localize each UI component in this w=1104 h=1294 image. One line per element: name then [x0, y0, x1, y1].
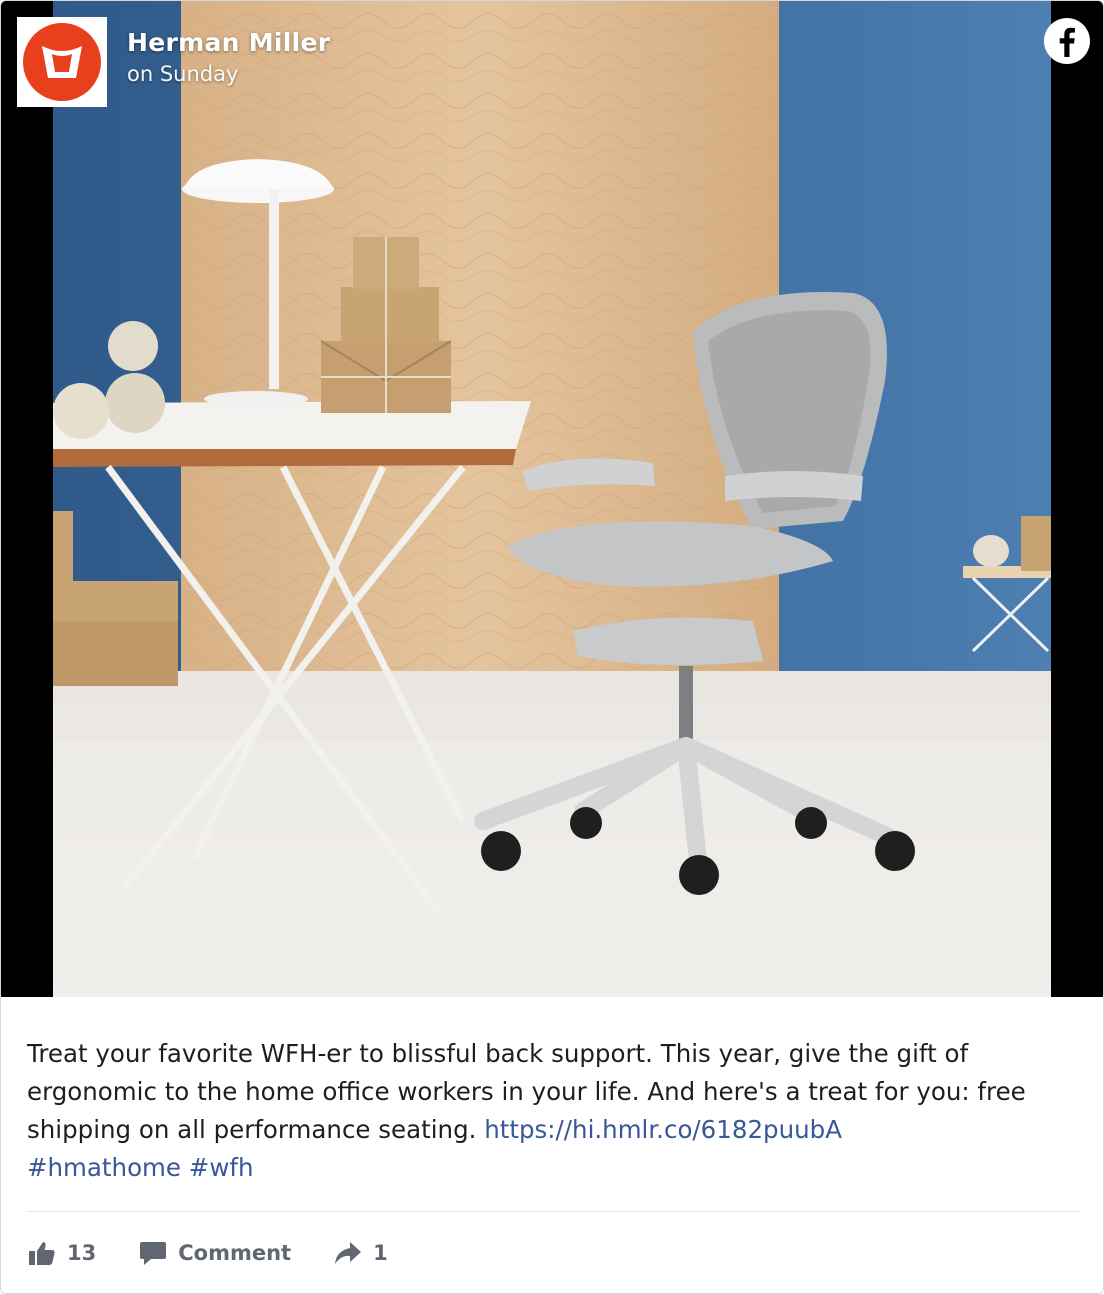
post-time[interactable]: on Sunday	[127, 59, 330, 89]
share-count: 1	[373, 1241, 388, 1265]
comment-icon	[140, 1242, 167, 1265]
thumbs-up-icon	[29, 1242, 55, 1265]
hashtag-wfh[interactable]: #wfh	[189, 1153, 254, 1182]
post-link[interactable]: https://hi.hmlr.co/6182puubA	[484, 1115, 842, 1144]
herman-miller-logo-icon	[23, 23, 101, 101]
avatar[interactable]	[17, 17, 107, 107]
author-name[interactable]: Herman Miller	[127, 27, 330, 59]
divider	[27, 1211, 1079, 1212]
comment-label: Comment	[178, 1241, 292, 1265]
hashtag-hmathome[interactable]: #hmathome	[27, 1153, 181, 1182]
post-header-text: Herman Miller on Sunday	[127, 27, 330, 89]
like-button[interactable]: 13	[29, 1241, 96, 1265]
comment-button[interactable]: Comment	[140, 1241, 291, 1265]
share-arrow-icon	[335, 1242, 362, 1264]
social-post-card: Herman Miller on Sunday Treat your favor…	[0, 0, 1104, 1294]
share-button[interactable]: 1	[335, 1241, 388, 1265]
post-photo	[53, 1, 1051, 997]
post-actions: 13 Comment 1	[29, 1233, 432, 1273]
like-count: 13	[67, 1241, 97, 1265]
post-header: Herman Miller on Sunday	[17, 17, 330, 107]
post-media[interactable]: Herman Miller on Sunday	[1, 1, 1103, 997]
post-caption: Treat your favorite WFH-er to blissful b…	[27, 1035, 1067, 1187]
facebook-icon[interactable]	[1043, 17, 1091, 65]
